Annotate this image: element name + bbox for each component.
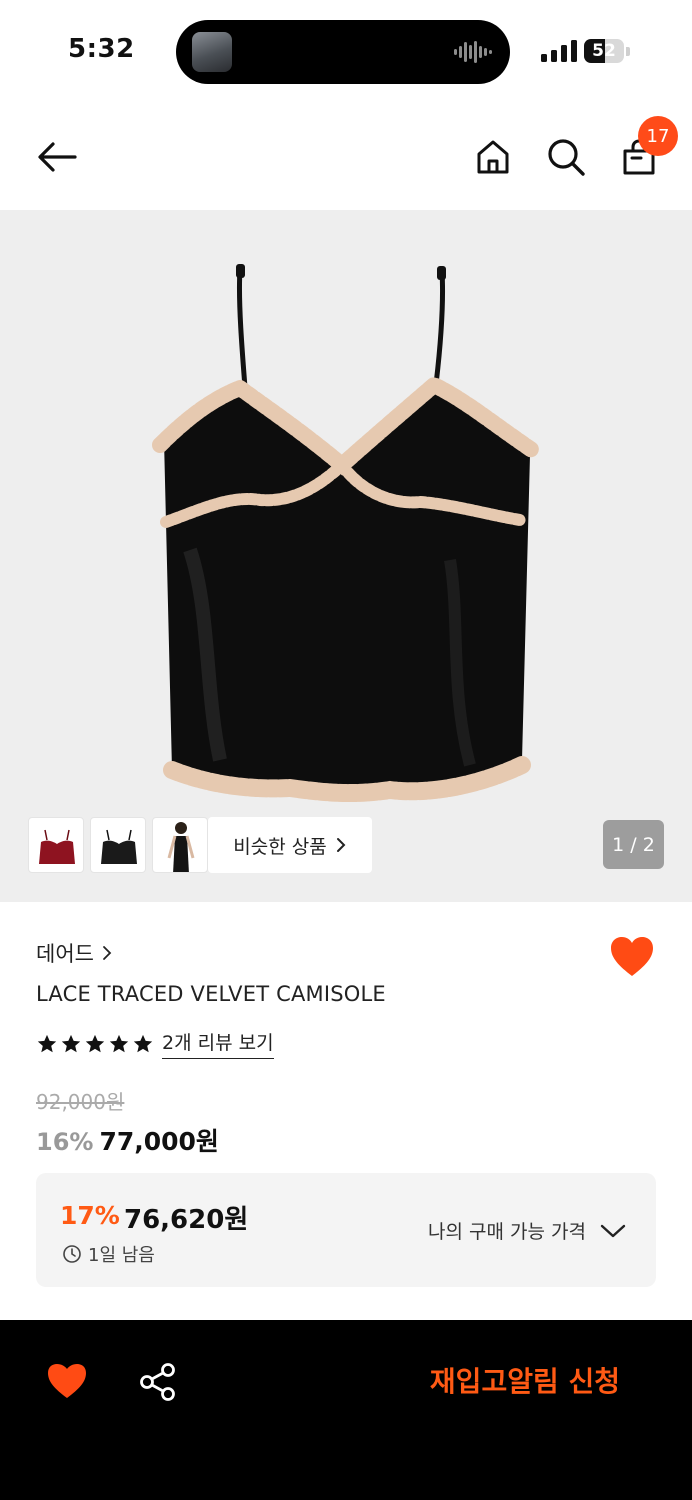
brand-link[interactable]: 데어드 xyxy=(36,938,112,968)
restock-alert-button[interactable]: 재입고알림 신청 xyxy=(400,1360,640,1404)
product-gallery[interactable]: 비슷한 상품 1 / 2 xyxy=(0,210,692,902)
chevron-right-icon xyxy=(103,946,112,960)
rating-stars xyxy=(36,1033,154,1055)
red-camisole-image xyxy=(39,829,75,864)
review-link[interactable]: 2개 리뷰 보기 xyxy=(162,1028,274,1059)
discount-rate: 16% xyxy=(36,1128,94,1156)
search-icon xyxy=(548,139,585,176)
chevron-down-icon xyxy=(600,1224,626,1237)
dynamic-island[interactable] xyxy=(176,20,510,84)
rating-row: 2개 리뷰 보기 xyxy=(36,1028,274,1059)
status-time: 5:32 xyxy=(68,34,135,64)
cellular-signal-icon xyxy=(541,40,577,62)
thumbnail-model-photo[interactable] xyxy=(152,817,208,873)
battery-icon: 52 xyxy=(584,39,624,63)
battery-cap xyxy=(626,47,630,56)
coupon-time-left: 1일 남음 xyxy=(62,1241,155,1267)
thumbnail-strip xyxy=(28,817,208,873)
product-image xyxy=(152,264,540,803)
arrow-left-icon xyxy=(38,142,77,172)
star-icon xyxy=(133,1034,153,1052)
wishlist-heart-icon[interactable] xyxy=(609,935,655,979)
now-playing-artwork xyxy=(192,32,232,72)
star-icon xyxy=(37,1034,57,1052)
clock-icon xyxy=(63,1245,81,1263)
brand-name: 데어드 xyxy=(36,942,94,966)
back-button[interactable] xyxy=(32,132,82,182)
bottom-action-bar: 재입고알림 신청 xyxy=(0,1320,692,1500)
battery-percent: 52 xyxy=(592,41,616,61)
original-price: 92,000원 xyxy=(36,1090,125,1114)
search-button[interactable] xyxy=(541,132,591,182)
share-icon[interactable] xyxy=(138,1362,178,1402)
time-left-text: 1일 남음 xyxy=(88,1245,155,1266)
thumbnail-black-camisole[interactable] xyxy=(90,817,146,873)
wishlist-heart-icon[interactable] xyxy=(46,1362,88,1400)
my-price-toggle[interactable]: 나의 구매 가능 가격 xyxy=(428,1217,626,1244)
cart-count-badge: 17 xyxy=(638,116,678,156)
image-page-indicator: 1 / 2 xyxy=(603,820,664,869)
coupon-rate: 17% xyxy=(60,1201,120,1230)
sale-price: 77,000원 xyxy=(99,1127,219,1156)
star-icon xyxy=(61,1034,81,1052)
my-price-label: 나의 구매 가능 가격 xyxy=(428,1221,586,1243)
model-photo-image xyxy=(167,822,195,872)
coupon-price: 76,620원 xyxy=(124,1205,249,1235)
similar-products-button[interactable]: 비슷한 상품 xyxy=(208,817,372,873)
price-row: 16% 77,000원 xyxy=(36,1122,219,1158)
similar-products-label: 비슷한 상품 xyxy=(233,835,327,858)
chevron-right-icon xyxy=(336,838,346,852)
star-icon xyxy=(109,1034,129,1052)
black-camisole-image xyxy=(101,829,137,864)
home-button[interactable] xyxy=(468,132,518,182)
coupon-price-box[interactable]: 17% 76,620원 1일 남음 나의 구매 가능 가격 xyxy=(36,1173,656,1287)
audio-wave-icon xyxy=(454,41,492,63)
product-name: LACE TRACED VELVET CAMISOLE xyxy=(36,982,386,1006)
thumbnail-red-camisole[interactable] xyxy=(28,817,84,873)
top-nav xyxy=(0,100,692,210)
status-bar: 5:32 52 xyxy=(0,0,692,100)
home-icon xyxy=(477,140,509,174)
star-icon xyxy=(85,1034,105,1052)
